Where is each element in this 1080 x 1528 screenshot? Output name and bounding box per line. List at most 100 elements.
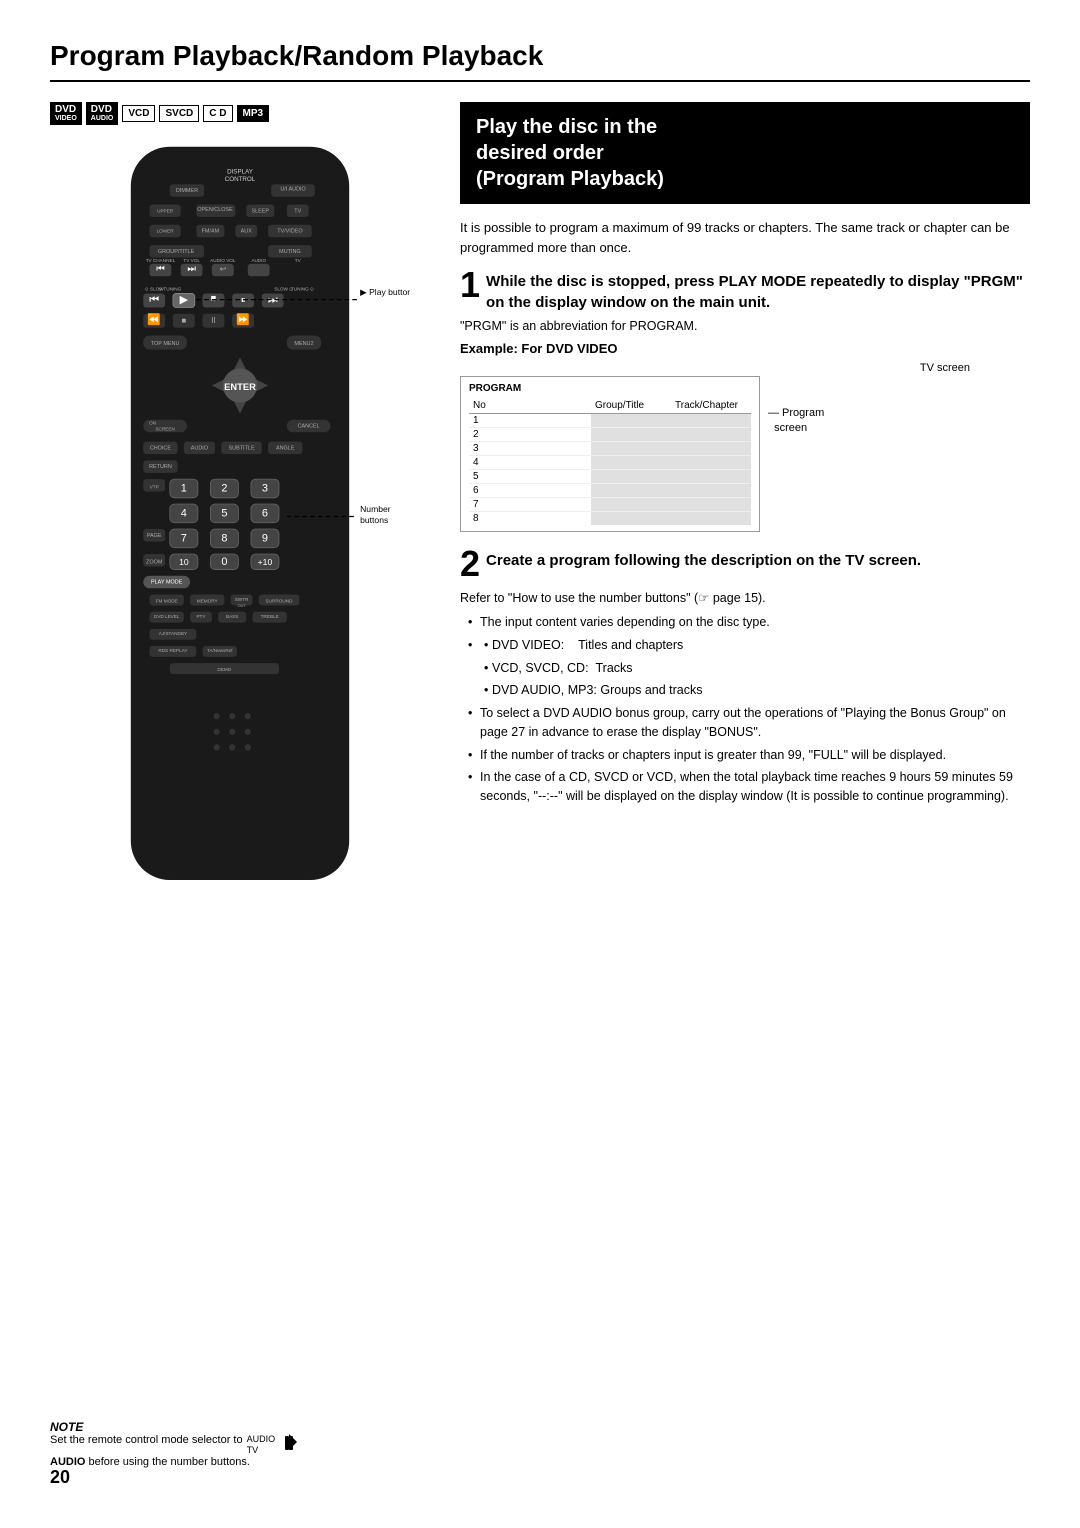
sub-bullet-item: VCD, SVCD, CD: Tracks bbox=[484, 659, 1030, 678]
step2-refer: Refer to "How to use the number buttons"… bbox=[460, 590, 1030, 605]
svg-text:4: 4 bbox=[181, 507, 187, 519]
svg-text:TV CHANNEL: TV CHANNEL bbox=[146, 258, 176, 263]
svg-text:⏩: ⏩ bbox=[236, 313, 250, 326]
bullet-item: DVD VIDEO: Titles and chapters VCD, SVCD… bbox=[468, 636, 1030, 700]
example-label: Example: For DVD VIDEO bbox=[460, 341, 1030, 356]
svg-text:AUDIO VOL: AUDIO VOL bbox=[210, 258, 236, 263]
svg-text:CANCEL: CANCEL bbox=[298, 423, 320, 429]
bullet-item: To select a DVD AUDIO bonus group, carry… bbox=[468, 704, 1030, 742]
program-table: No Group/Title Track/Chapter 1 2 3 bbox=[469, 398, 751, 525]
svg-text:ZOOM: ZOOM bbox=[146, 559, 163, 565]
table-row: 8 bbox=[469, 512, 751, 526]
note-icon bbox=[279, 1434, 299, 1454]
right-column: Play the disc in the desired order (Prog… bbox=[460, 102, 1030, 922]
svg-text:▶ Play button: ▶ Play button bbox=[360, 287, 410, 297]
sub-bullet-item: DVD VIDEO: Titles and chapters bbox=[484, 636, 1030, 655]
col-track: Track/Chapter bbox=[671, 398, 751, 414]
tv-diagram-inner: PROGRAM No Group/Title Track/Chapter bbox=[460, 376, 1030, 532]
svg-text:9: 9 bbox=[262, 532, 268, 544]
svg-text:8: 8 bbox=[221, 532, 227, 544]
note-text-bold: AUDIO before using the number buttons. bbox=[50, 1456, 430, 1468]
badge-dvd-audio: DVD AUDIO bbox=[86, 102, 119, 125]
svg-text:ENTER: ENTER bbox=[224, 382, 256, 392]
svg-text:DISPLAY: DISPLAY bbox=[227, 168, 254, 175]
svg-text:■: ■ bbox=[181, 316, 186, 325]
svg-text:FM/AM: FM/AM bbox=[202, 228, 220, 234]
svg-text:RDS REPLAY: RDS REPLAY bbox=[158, 648, 187, 653]
svg-text:PTY: PTY bbox=[196, 614, 205, 619]
step2-number: 2 bbox=[460, 546, 480, 582]
program-screen-note: — Program screen bbox=[768, 406, 824, 532]
page-container: Program Playback/Random Playback DVD VID… bbox=[0, 0, 1080, 1528]
step2-text: Create a program following the descripti… bbox=[486, 550, 921, 571]
svg-text:■: ■ bbox=[211, 293, 217, 303]
svg-text:SLOW ⊙: SLOW ⊙ bbox=[274, 286, 293, 291]
svg-text:ANGLE: ANGLE bbox=[276, 445, 295, 451]
svg-text:CONTROL: CONTROL bbox=[225, 176, 256, 183]
svg-text:MEMORY: MEMORY bbox=[197, 598, 218, 603]
svg-text:SWTR: SWTR bbox=[235, 596, 249, 601]
svg-text:GROUP/TITLE: GROUP/TITLE bbox=[158, 249, 195, 255]
svg-text:PAGE: PAGE bbox=[147, 532, 162, 538]
svg-text:↩: ↩ bbox=[220, 264, 227, 273]
svg-text:TV/VIDEO: TV/VIDEO bbox=[277, 228, 302, 234]
badge-cd: C D bbox=[203, 105, 232, 122]
step2: 2 Create a program following the descrip… bbox=[460, 550, 1030, 806]
svg-text:CHOICE: CHOICE bbox=[150, 445, 172, 451]
table-row: 3 bbox=[469, 442, 751, 456]
col-group: Group/Title bbox=[591, 398, 671, 414]
page-title: Program Playback/Random Playback bbox=[50, 40, 1030, 82]
svg-text:0: 0 bbox=[221, 556, 227, 568]
program-table-body: 1 2 3 4 5 6 7 8 bbox=[469, 414, 751, 526]
svg-text:6: 6 bbox=[262, 507, 268, 519]
note-text1: Set the remote control mode selector to bbox=[50, 1434, 243, 1446]
svg-text:AJ/STANDBY: AJ/STANDBY bbox=[159, 631, 187, 636]
table-header-row: No Group/Title Track/Chapter bbox=[469, 398, 751, 414]
step1-number: 1 bbox=[460, 267, 480, 303]
svg-text:FM MODE: FM MODE bbox=[156, 598, 178, 603]
svg-text:⏮: ⏮ bbox=[156, 263, 164, 273]
intro-text: It is possible to program a maximum of 9… bbox=[460, 218, 1030, 257]
svg-text:buttons: buttons bbox=[360, 514, 388, 524]
svg-text:▶: ▶ bbox=[180, 293, 189, 305]
svg-text:ON: ON bbox=[149, 420, 156, 425]
svg-text:TA/NewsRef: TA/NewsRef bbox=[207, 648, 233, 653]
bullet-item: In the case of a CD, SVCD or VCD, when t… bbox=[468, 768, 1030, 806]
svg-text:1: 1 bbox=[181, 482, 187, 494]
svg-text:⊙ SLOW: ⊙ SLOW bbox=[145, 286, 165, 291]
note-content: Set the remote control mode selector to … bbox=[50, 1434, 430, 1456]
svg-text:⏮: ⏮ bbox=[149, 293, 159, 305]
remote-svg-container: DISPLAY CONTROL DIMMER U/I AUDIO UPPER O… bbox=[70, 139, 390, 922]
svg-text:Number: Number bbox=[360, 504, 391, 514]
svg-text:OUT: OUT bbox=[237, 603, 246, 608]
page-number: 20 bbox=[50, 1467, 70, 1488]
col-no: No bbox=[469, 398, 591, 414]
note-audio-label: AUDIOTV bbox=[247, 1434, 276, 1456]
remote-svg: DISPLAY CONTROL DIMMER U/I AUDIO UPPER O… bbox=[70, 139, 410, 919]
svg-text:+10: +10 bbox=[258, 557, 273, 567]
note-title: NOTE bbox=[50, 1420, 430, 1434]
svg-text:AUX: AUX bbox=[241, 228, 253, 234]
svg-text:MENU2: MENU2 bbox=[294, 341, 313, 347]
svg-text:TV: TV bbox=[295, 258, 302, 263]
svg-text:TV: TV bbox=[294, 208, 301, 214]
svg-text:⏭: ⏭ bbox=[187, 263, 195, 273]
table-row: 1 bbox=[469, 414, 751, 428]
section-title: Play the disc in the desired order (Prog… bbox=[476, 114, 1014, 192]
bullet-item: The input content varies depending on th… bbox=[468, 613, 1030, 632]
svg-text:5: 5 bbox=[221, 507, 227, 519]
step1: 1 While the disc is stopped, press PLAY … bbox=[460, 271, 1030, 532]
table-row: 4 bbox=[469, 456, 751, 470]
svg-text:SCREEN: SCREEN bbox=[155, 426, 174, 431]
svg-text:10: 10 bbox=[179, 557, 189, 567]
svg-text:TREBLE: TREBLE bbox=[261, 614, 279, 619]
svg-text:DVD LEVEL: DVD LEVEL bbox=[154, 614, 180, 619]
tv-screen-label-row: TV screen bbox=[460, 362, 970, 374]
svg-text:AUDIO: AUDIO bbox=[251, 258, 266, 263]
table-row: 2 bbox=[469, 428, 751, 442]
svg-text:AUDIO: AUDIO bbox=[191, 445, 208, 451]
program-table-head: No Group/Title Track/Chapter bbox=[469, 398, 751, 414]
tv-diagram-wrapper: TV screen PROGRAM No Group/Title Track/C bbox=[460, 362, 1030, 532]
bullet-item: If the number of tracks or chapters inpu… bbox=[468, 746, 1030, 765]
left-column: DVD VIDEO DVD AUDIO VCD SVCD C D MP3 bbox=[50, 102, 430, 922]
